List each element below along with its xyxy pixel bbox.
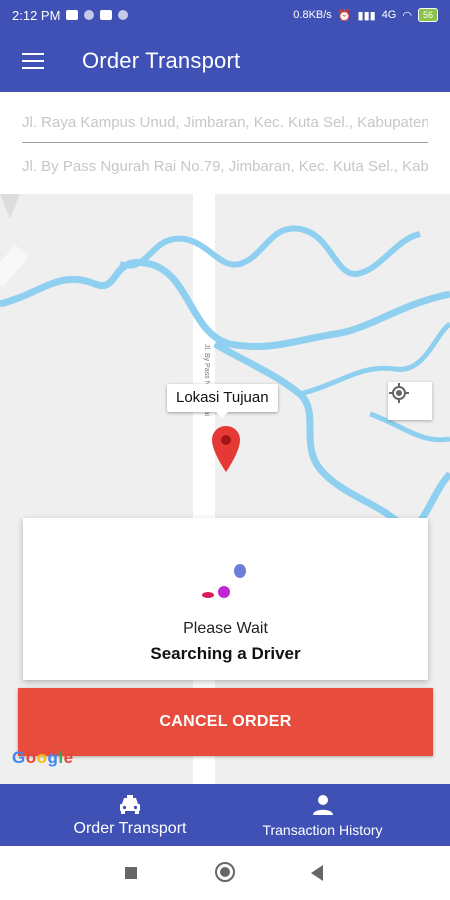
nav-order-transport[interactable]: Order Transport [50,784,210,846]
marker-callout: Lokasi Tujuan [167,384,278,418]
nav-order-transport-label: Order Transport [73,820,187,837]
cancel-order-button[interactable]: CANCEL ORDER [18,688,433,756]
message-icon [66,10,79,20]
recent-apps-icon[interactable] [125,867,137,879]
location-pin-icon[interactable] [210,424,242,474]
google-logo: Google [12,748,74,767]
nav-transaction-history[interactable]: Transaction History [245,784,400,846]
app-notification-icon [84,10,95,20]
please-wait-text: Please Wait [183,620,268,637]
searching-driver-dialog: Please Wait Searching a Driver [23,518,428,680]
person-icon [312,795,333,815]
crosshair-icon [389,383,409,403]
wifi-icon: ◠ [402,9,412,22]
bottom-navigation: Order Transport Transaction History [0,784,450,846]
network-type: 4G [381,9,397,21]
pickup-address-input[interactable] [22,102,428,143]
status-time: 2:12 PM [12,7,61,23]
destination-address-input[interactable] [22,146,428,186]
network-speed: 0.8KB/s [293,9,332,21]
status-bar: 2:12 PM 0.8KB/s ⏰ ▮▮▮ 4G ◠ 56 [0,0,450,30]
alarm-icon: ⏰ [337,9,352,22]
back-icon[interactable] [311,865,323,881]
taxi-icon [120,795,140,814]
loading-indicator [202,564,246,598]
my-location-button[interactable] [388,382,432,420]
system-navigation-bar [0,846,450,900]
menu-button[interactable] [0,30,66,92]
address-panel [0,92,450,194]
home-icon[interactable] [215,862,235,882]
youtube-icon [100,10,113,20]
battery-icon: 56 [417,8,438,22]
app-bar: Order Transport [0,30,450,92]
nav-transaction-history-label: Transaction History [262,822,383,838]
searching-driver-text: Searching a Driver [150,644,301,663]
hamburger-menu-icon [22,53,44,69]
app-notification-icon [118,10,129,20]
page-title: Order Transport [82,48,241,73]
signal-icon: ▮▮▮ [357,9,376,22]
